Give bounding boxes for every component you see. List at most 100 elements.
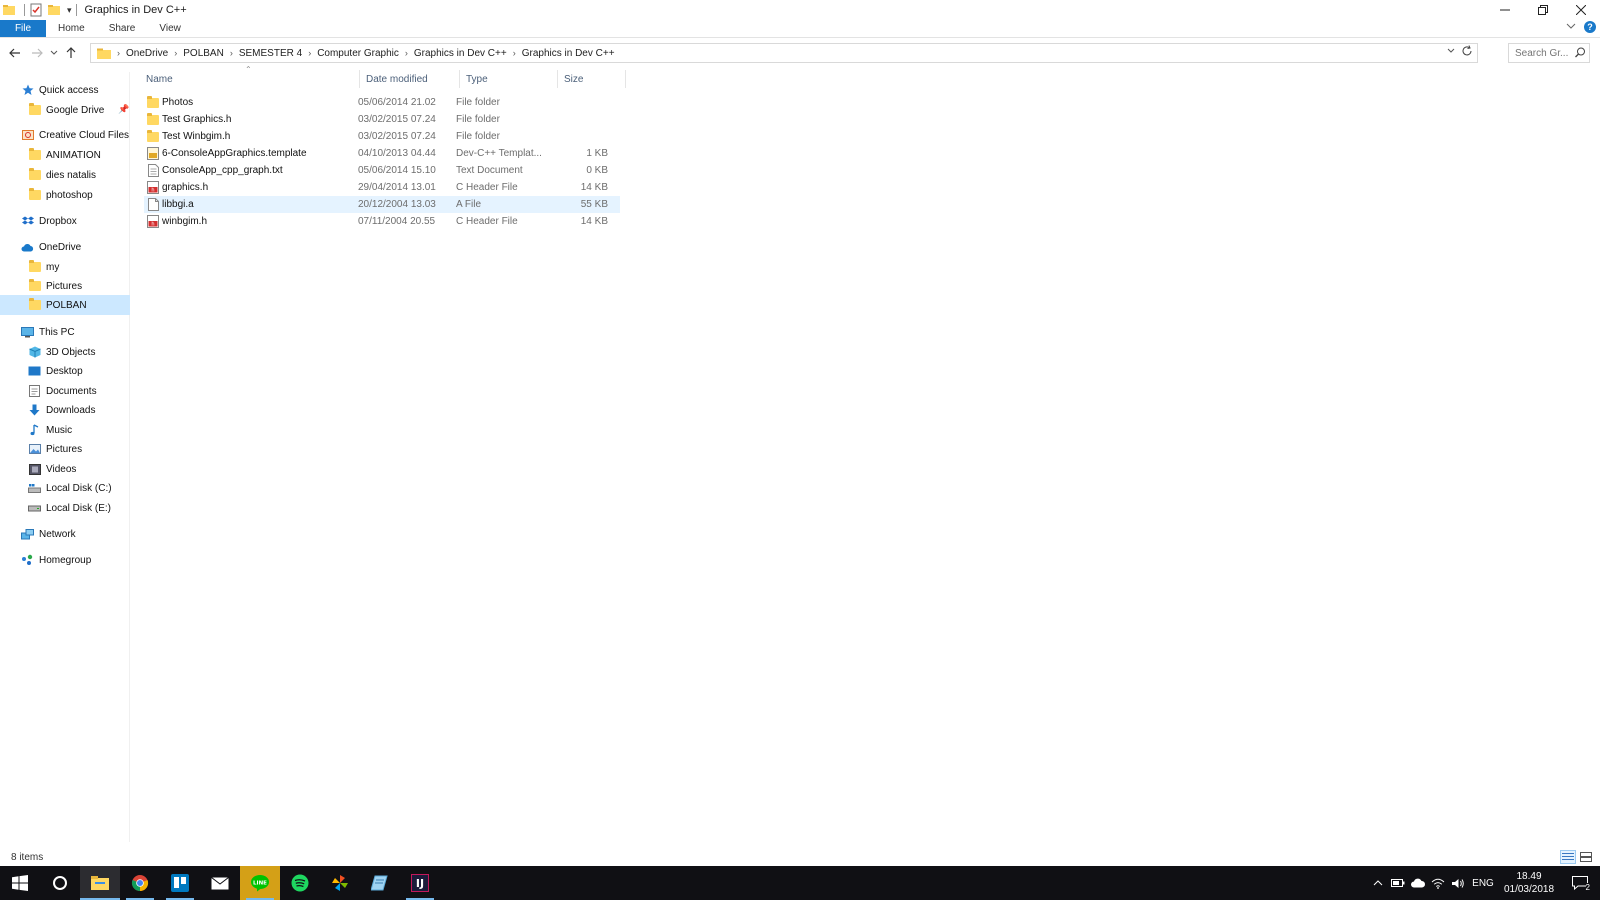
nav-documents[interactable]: Documents [28, 381, 97, 401]
minimize-button[interactable] [1486, 0, 1524, 20]
taskbar-line[interactable]: LINE [240, 866, 280, 900]
taskbar-app-pinwheel[interactable] [320, 866, 360, 900]
nav-onedrive-pictures[interactable]: Pictures [28, 276, 82, 296]
nav-local-disk-c[interactable]: Local Disk (C:) [28, 478, 112, 498]
search-icon[interactable] [1575, 47, 1586, 61]
file-row[interactable]: Photos 05/06/2014 21.02 File folder [144, 94, 620, 111]
file-row[interactable]: ConsoleApp_cpp_graph.txt 05/06/2014 15.1… [144, 162, 620, 179]
back-button[interactable] [4, 42, 26, 64]
details-view-button[interactable] [1560, 850, 1576, 864]
breadcrumb-graphics-parent[interactable]: Graphics in Dev C++ [410, 48, 511, 59]
nav-photoshop[interactable]: photoshop [28, 185, 93, 205]
nav-label: Quick access [39, 84, 99, 96]
address-dropdown-icon[interactable] [1447, 46, 1455, 57]
breadcrumb-separator[interactable]: › [172, 48, 179, 58]
help-icon[interactable]: ? [1584, 21, 1596, 33]
large-icons-view-button[interactable] [1578, 850, 1594, 864]
nav-pictures[interactable]: Pictures [28, 439, 82, 459]
breadcrumb-computer-graphic[interactable]: Computer Graphic [313, 48, 403, 59]
battery-icon[interactable] [1388, 878, 1408, 888]
start-button[interactable] [0, 866, 40, 900]
nav-polban[interactable]: POLBAN [0, 295, 130, 315]
header-file-icon: h [146, 181, 160, 194]
tab-view[interactable]: View [147, 20, 193, 37]
nav-network[interactable]: Network [21, 524, 76, 544]
up-button[interactable] [60, 42, 82, 64]
taskbar-notepad[interactable] [360, 866, 400, 900]
blank-file-icon [146, 198, 160, 211]
breadcrumb-onedrive[interactable]: OneDrive [122, 48, 172, 59]
taskbar-spotify[interactable] [280, 866, 320, 900]
nav-my[interactable]: my [28, 257, 59, 277]
taskbar-trello[interactable] [160, 866, 200, 900]
breadcrumb-separator[interactable]: › [403, 48, 410, 58]
nav-this-pc[interactable]: This PC [21, 322, 75, 342]
expand-ribbon-icon[interactable] [1566, 21, 1576, 33]
file-row[interactable]: h winbgim.h 07/11/2004 20.55 C Header Fi… [144, 213, 620, 230]
taskbar-devcpp[interactable]: IJ [400, 866, 440, 900]
column-header-size[interactable]: Size [558, 70, 626, 88]
nav-animation[interactable]: ANIMATION [28, 145, 101, 165]
document-icon [28, 385, 41, 397]
nav-label: OneDrive [39, 241, 82, 253]
nav-music[interactable]: Music [28, 420, 72, 440]
volume-icon[interactable] [1448, 878, 1468, 889]
tab-file[interactable]: File [0, 20, 46, 37]
nav-creative-cloud[interactable]: Creative Cloud Files [21, 125, 129, 145]
quick-access-dropdown-icon[interactable]: ▾ [67, 5, 72, 16]
file-name: Test Graphics.h [162, 114, 232, 125]
recent-locations-button[interactable] [48, 42, 60, 64]
breadcrumb-semester4[interactable]: SEMESTER 4 [235, 48, 306, 59]
breadcrumb-separator[interactable]: › [115, 48, 122, 58]
nav-desktop[interactable]: Desktop [28, 361, 83, 381]
nav-3d-objects[interactable]: 3D Objects [28, 342, 95, 362]
close-button[interactable] [1562, 0, 1600, 20]
breadcrumb-polban[interactable]: POLBAN [179, 48, 228, 59]
address-bar[interactable]: › OneDrive › POLBAN › SEMESTER 4 › Compu… [90, 43, 1478, 63]
cortana-button[interactable] [40, 866, 80, 900]
nav-dropbox[interactable]: Dropbox [21, 211, 77, 231]
onedrive-tray-icon[interactable] [1408, 878, 1428, 888]
restore-button[interactable] [1524, 0, 1562, 20]
search-box[interactable] [1508, 43, 1590, 63]
pin-icon[interactable]: 📌 [118, 104, 129, 115]
nav-label: Homegroup [39, 554, 92, 566]
file-row[interactable]: Test Winbgim.h 03/02/2015 07.24 File fol… [144, 128, 620, 145]
nav-downloads[interactable]: Downloads [28, 400, 95, 420]
nav-local-disk-e[interactable]: Local Disk (E:) [28, 498, 111, 518]
tab-share[interactable]: Share [97, 20, 148, 37]
search-input[interactable] [1515, 47, 1573, 59]
nav-onedrive[interactable]: OneDrive [21, 237, 81, 257]
nav-label: ANIMATION [46, 149, 101, 161]
column-header-name[interactable]: Name [140, 70, 360, 88]
input-language[interactable]: ENG [1468, 878, 1498, 889]
column-header-type[interactable]: Type [460, 70, 558, 88]
nav-dies-natalis[interactable]: dies natalis [28, 165, 96, 185]
system-tray: ENG 18.49 01/03/2018 2 [1368, 866, 1600, 900]
file-row[interactable]: h graphics.h 29/04/2014 13.01 C Header F… [144, 179, 620, 196]
nav-homegroup[interactable]: Homegroup [21, 550, 91, 570]
breadcrumb-separator[interactable]: › [228, 48, 235, 58]
breadcrumb-graphics-current[interactable]: Graphics in Dev C++ [518, 48, 619, 59]
file-row[interactable]: libbgi.a 20/12/2004 13.03 A File 55 KB [144, 196, 620, 213]
nav-videos[interactable]: Videos [28, 459, 76, 479]
breadcrumb-separator[interactable]: › [511, 48, 518, 58]
column-header-date[interactable]: Date modified [360, 70, 460, 88]
taskbar-file-explorer[interactable] [80, 866, 120, 900]
tab-home[interactable]: Home [46, 20, 97, 37]
refresh-icon[interactable] [1461, 45, 1473, 60]
new-folder-icon[interactable] [47, 3, 61, 17]
forward-button[interactable] [26, 42, 48, 64]
nav-quick-access[interactable]: Quick access [21, 80, 98, 100]
nav-google-drive[interactable]: Google Drive [28, 100, 128, 120]
wifi-icon[interactable] [1428, 878, 1448, 889]
properties-icon[interactable] [29, 3, 43, 17]
file-row[interactable]: Test Graphics.h 03/02/2015 07.24 File fo… [144, 111, 620, 128]
breadcrumb-separator[interactable]: › [306, 48, 313, 58]
taskbar-mail[interactable] [200, 866, 240, 900]
taskbar-chrome[interactable] [120, 866, 160, 900]
file-row[interactable]: 6-ConsoleAppGraphics.template 04/10/2013… [144, 145, 620, 162]
clock[interactable]: 18.49 01/03/2018 [1498, 870, 1560, 896]
action-center-button[interactable]: 2 [1560, 866, 1600, 900]
show-hidden-icons-button[interactable] [1368, 880, 1388, 886]
